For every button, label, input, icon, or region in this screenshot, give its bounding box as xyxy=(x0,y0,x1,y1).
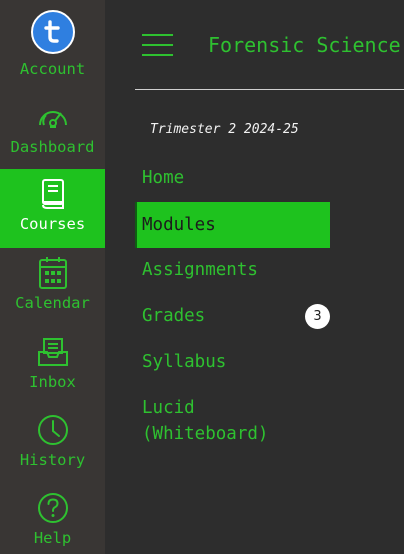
hamburger-line xyxy=(142,34,173,36)
course-nav-modules[interactable]: Modules xyxy=(135,202,330,248)
course-nav-assignments[interactable]: Assignments xyxy=(135,257,330,283)
course-nav-syllabus[interactable]: Syllabus xyxy=(135,349,330,375)
avatar-letter-icon xyxy=(43,20,60,43)
nav-help[interactable]: Help xyxy=(0,491,105,547)
course-main: Forensic Science Trimester 2 2024-25 Hom… xyxy=(105,0,404,554)
nav-label: History xyxy=(19,451,86,469)
nav-label: Help xyxy=(33,529,72,547)
course-nav-lucid[interactable]: Lucid (Whiteboard) xyxy=(135,395,295,447)
nav-label: Courses xyxy=(19,215,86,233)
nav-label: Inbox xyxy=(29,373,76,391)
nav-label: Account xyxy=(19,60,86,78)
hamburger-line xyxy=(142,44,173,46)
grades-count-badge: 3 xyxy=(305,304,330,329)
speedometer-icon xyxy=(38,111,67,128)
hamburger-menu-button[interactable] xyxy=(142,34,173,56)
calendar-icon xyxy=(38,257,67,289)
nav-account[interactable]: Account xyxy=(0,10,105,78)
course-nav-home[interactable]: Home xyxy=(135,165,330,191)
clock-icon xyxy=(37,415,68,445)
inbox-icon xyxy=(37,338,68,366)
book-icon xyxy=(41,179,64,209)
course-nav-label: Grades xyxy=(142,306,206,326)
nav-label: Calendar xyxy=(15,294,90,312)
nav-calendar[interactable]: Calendar xyxy=(0,256,105,312)
header-divider xyxy=(135,89,404,90)
global-nav: Account Dashboard Courses Calendar Inbox… xyxy=(0,0,105,554)
nav-inbox[interactable]: Inbox xyxy=(0,335,105,391)
nav-courses[interactable]: Courses xyxy=(0,169,105,248)
app-window: Account Dashboard Courses Calendar Inbox… xyxy=(0,0,404,554)
nav-history[interactable]: History xyxy=(0,413,105,469)
avatar[interactable] xyxy=(30,10,75,54)
nav-label: Dashboard xyxy=(10,138,95,156)
course-title[interactable]: Forensic Science xyxy=(208,33,401,57)
hamburger-line xyxy=(142,54,173,56)
course-nav-grades[interactable]: Grades 3 xyxy=(135,303,330,329)
nav-dashboard[interactable]: Dashboard xyxy=(0,100,105,156)
term-label: Trimester 2 2024-25 xyxy=(150,122,299,137)
help-icon xyxy=(37,493,68,523)
